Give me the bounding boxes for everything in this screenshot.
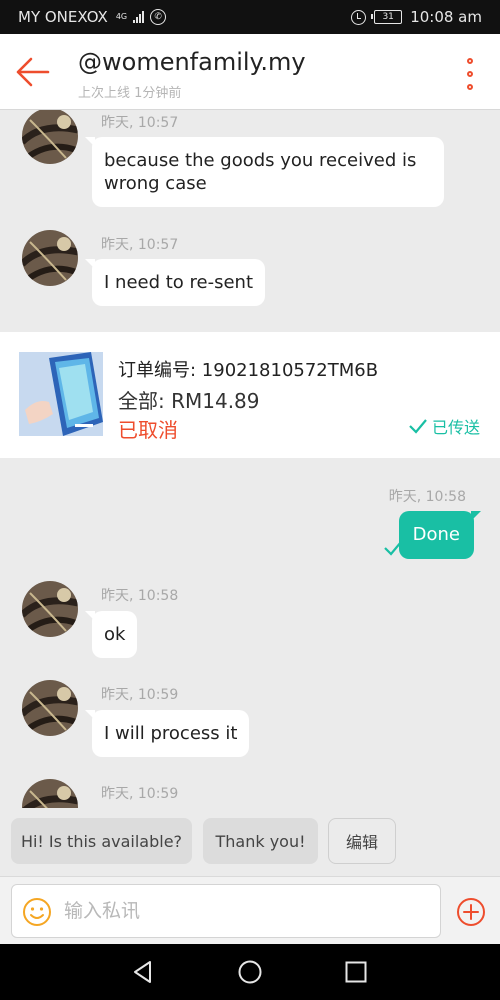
quick-replies: Hi! Is this available? Thank you! 编辑 [0,808,500,876]
whatsapp-icon: ✆ [150,9,167,25]
back-arrow-icon [16,57,50,87]
back-button[interactable] [14,54,54,90]
composer [0,876,500,944]
message-bubble[interactable]: because the goods you received is wrong … [85,137,444,207]
chat-header: @womenfamily.my 上次上线 1分钟前 [0,34,500,110]
message-time: 昨天, 10:58 [101,588,179,604]
message-text: I will process it [104,723,238,744]
avatar[interactable] [22,680,78,736]
avatar[interactable] [22,230,78,286]
message-time: 昨天, 10:57 [101,237,179,253]
message-text: because the goods you received is wrong … [104,150,417,194]
more-options-button[interactable] [464,58,476,90]
message-text: ok [104,624,126,645]
order-total: 全部: RM14.89 [118,389,260,413]
chat-title[interactable]: @womenfamily.my [78,48,306,76]
message-bubble[interactable]: I need to re-sent [84,259,266,306]
order-card[interactable]: 订单编号: 19021810572TM6B 全部: RM14.89 已取消 已传… [0,332,500,458]
order-number: 订单编号: 19021810572TM6B [118,360,379,381]
system-nav-bar [0,944,500,1000]
message-bubble[interactable]: Done [398,511,482,559]
quick-reply-chip[interactable]: Thank you! [203,818,318,864]
message-list[interactable]: 昨天, 10:57 because the goods you received… [0,110,500,808]
message-time: 昨天, 10:59 [101,687,179,703]
message-time: 昨天, 10:58 [388,489,466,505]
battery-level: 31 [382,12,394,22]
message-time: 昨天, 10:57 [101,115,179,131]
message-input[interactable] [64,885,434,937]
message-bubble[interactable]: I will process it [84,710,250,757]
sent-label: 已传送 [431,418,480,437]
avatar[interactable] [22,110,78,164]
sent-status: 已传送 [408,414,480,438]
check-icon [384,541,402,556]
message-text: Done [412,524,460,545]
quick-reply-chip[interactable]: Hi! Is this available? [11,818,192,864]
last-seen-label: 上次上线 1分钟前 [78,86,182,101]
network-type: 4G [115,12,128,21]
nav-home-icon[interactable] [237,959,263,985]
message-time: 昨天, 10:59 [101,786,179,802]
signal-icon [133,11,145,23]
avatar[interactable] [22,779,78,808]
message-text: I need to re-sent [104,272,254,293]
add-icon[interactable] [456,897,486,927]
carrier-label: MY ONEXOX [18,8,108,26]
status-bar: MY ONEXOX 4G ✆ 31 10:08 am [0,0,500,34]
message-input-wrapper [11,884,441,938]
alarm-icon [351,9,367,25]
edit-quick-replies-button[interactable]: 编辑 [328,818,396,864]
more-vertical-icon [467,58,473,64]
check-icon [409,419,427,434]
emoji-icon[interactable] [22,897,52,927]
avatar[interactable] [22,581,78,637]
message-bubble[interactable]: ok [84,611,138,658]
nav-recents-icon[interactable] [343,959,369,985]
battery-icon: 31 [371,10,403,24]
clock: 10:08 am [410,8,482,26]
nav-back-icon[interactable] [130,959,156,985]
order-status: 已取消 [118,418,178,442]
product-thumbnail[interactable] [19,352,103,436]
